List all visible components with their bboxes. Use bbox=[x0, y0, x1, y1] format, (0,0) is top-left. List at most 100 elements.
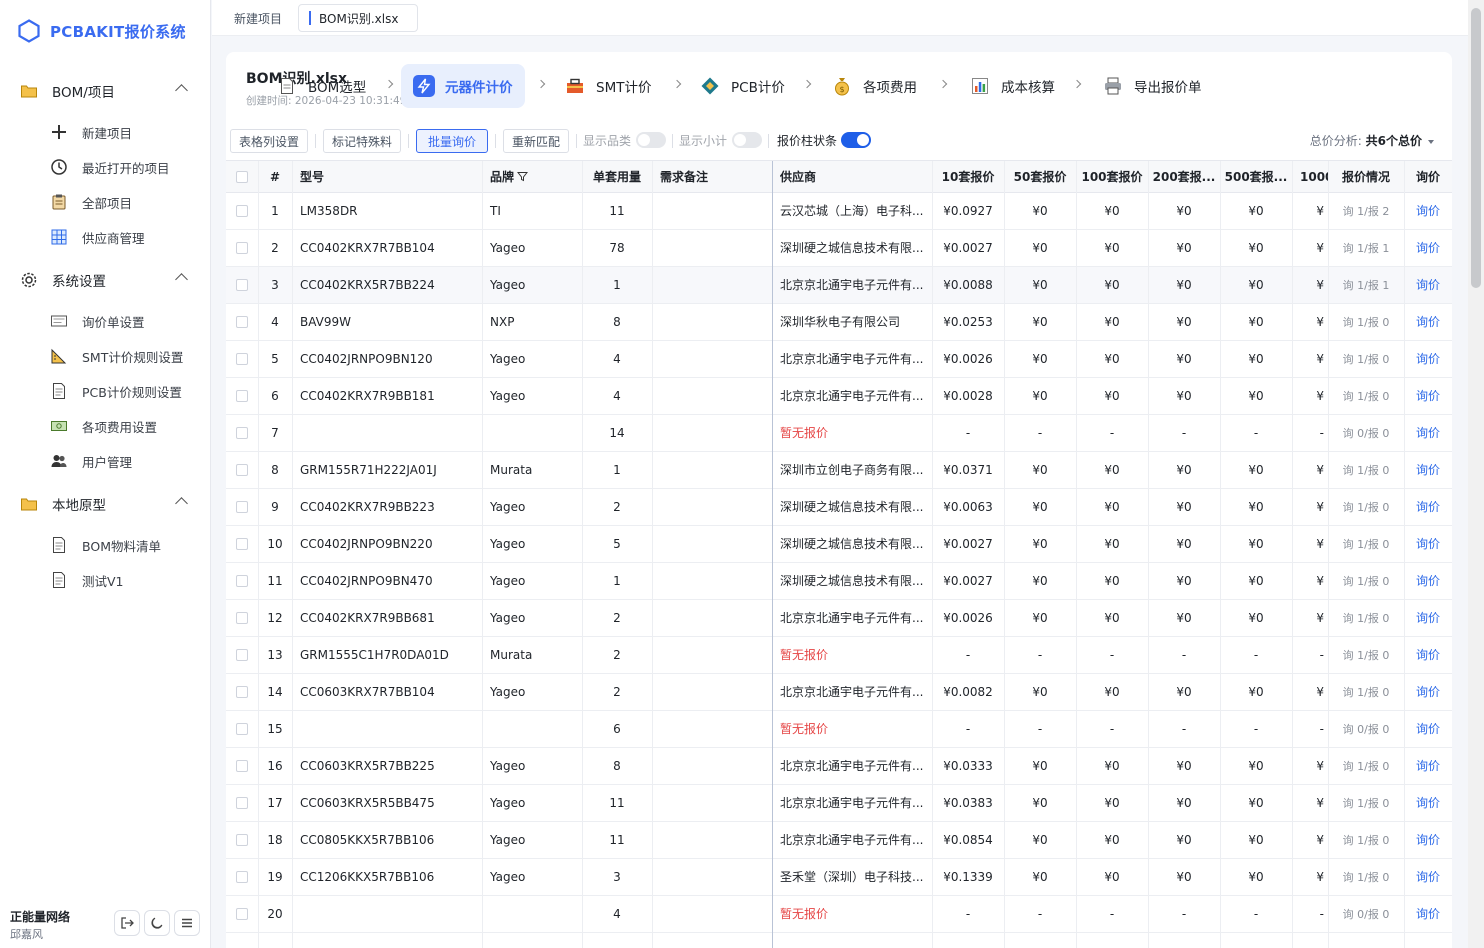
sidebar-group-2[interactable]: 系统设置 bbox=[0, 263, 210, 297]
action-cell[interactable]: 询价 bbox=[1404, 600, 1452, 637]
row-checkbox[interactable] bbox=[236, 575, 248, 587]
row-checkbox[interactable] bbox=[236, 464, 248, 476]
action-cell[interactable]: 询价 bbox=[1404, 304, 1452, 341]
filter-icon[interactable] bbox=[516, 171, 529, 185]
action-cell[interactable]: 询价 bbox=[1404, 563, 1452, 600]
action-cell[interactable]: 询价 bbox=[1404, 674, 1452, 711]
mark-special-button[interactable]: 标记特殊料 bbox=[323, 129, 401, 153]
action-cell[interactable]: 询价 bbox=[1404, 711, 1452, 748]
sidebar-item-1-2[interactable]: PCB计价规则设置 bbox=[0, 375, 210, 407]
row-checkbox[interactable] bbox=[236, 612, 248, 624]
row-checkbox[interactable] bbox=[236, 242, 248, 254]
table-row[interactable]: 5 CC0402JRNPO9BN120 Yageo 4 北京京北通宇电子元件有... ¥0… bbox=[226, 341, 1452, 378]
action-cell[interactable]: 询价 bbox=[1404, 378, 1452, 415]
action-cell[interactable]: 询价 bbox=[1404, 785, 1452, 822]
note-cell[interactable] bbox=[652, 600, 772, 637]
step-1[interactable]: BOM选型 bbox=[276, 64, 366, 108]
scrollbar-thumb[interactable] bbox=[1471, 8, 1481, 288]
row-checkbox[interactable] bbox=[236, 834, 248, 846]
sidebar-group-1[interactable]: BOM/项目 bbox=[0, 74, 210, 108]
action-cell[interactable]: 询价 bbox=[1404, 193, 1452, 230]
sidebar-item-0-0[interactable]: 新建项目 bbox=[0, 116, 210, 148]
note-cell[interactable] bbox=[652, 452, 772, 489]
note-cell[interactable] bbox=[652, 748, 772, 785]
row-checkbox[interactable] bbox=[236, 760, 248, 772]
table-row[interactable]: 6 CC0402KRX7R9BB181 Yageo 4 北京京北通宇电子元件有... ¥0… bbox=[226, 378, 1452, 415]
table-row[interactable]: 16 CC0603KRX5R7BB225 Yageo 8 北京京北通宇电子元件有... ¥… bbox=[226, 748, 1452, 785]
quote-bar-switch[interactable] bbox=[841, 132, 871, 148]
row-checkbox[interactable] bbox=[236, 797, 248, 809]
row-checkbox[interactable] bbox=[236, 501, 248, 513]
action-cell[interactable]: 询价 bbox=[1404, 267, 1452, 304]
action-cell[interactable]: 询价 bbox=[1404, 230, 1452, 267]
sidebar-item-0-3[interactable]: 供应商管理 bbox=[0, 221, 210, 253]
note-cell[interactable] bbox=[652, 267, 772, 304]
table-row[interactable]: 19 CC1206KKX5R7BB106 Yageo 3 圣禾堂（深圳）电子科技... ¥… bbox=[226, 859, 1452, 896]
row-checkbox[interactable] bbox=[236, 908, 248, 920]
table-row[interactable] bbox=[226, 933, 1452, 948]
table-row[interactable]: 20 4 暂无报价 - - - - - - 询 0/报 0 询价 bbox=[226, 896, 1452, 933]
sidebar-item-2-1[interactable]: 测试V1 bbox=[0, 564, 210, 596]
chevron-up-icon[interactable] bbox=[175, 84, 188, 97]
row-checkbox[interactable] bbox=[236, 205, 248, 217]
show-category-switch[interactable] bbox=[636, 132, 666, 148]
table-row[interactable]: 17 CC0603KRX5R5BB475 Yageo 11 北京京北通宇电子元件有...… bbox=[226, 785, 1452, 822]
note-cell[interactable] bbox=[652, 526, 772, 563]
step-3[interactable]: SMT计价 bbox=[564, 64, 651, 108]
note-cell[interactable] bbox=[652, 304, 772, 341]
table-row[interactable]: 13 GRM1555C1H7R0DA01D Murata 2 暂无报价 - - - - - - 询 1… bbox=[226, 637, 1452, 674]
step-7[interactable]: 导出报价单 bbox=[1102, 64, 1202, 108]
menu-button[interactable] bbox=[174, 910, 200, 936]
table-row[interactable]: 10 CC0402JRNPO9BN220 Yageo 5 深圳硬之城信息技术有限... ¥… bbox=[226, 526, 1452, 563]
action-cell[interactable]: 询价 bbox=[1404, 748, 1452, 785]
total-analysis[interactable]: 总价分析: 共6个总价 bbox=[1310, 132, 1434, 149]
row-checkbox[interactable] bbox=[236, 871, 248, 883]
sidebar-item-1-4[interactable]: 用户管理 bbox=[0, 445, 210, 477]
row-checkbox[interactable] bbox=[236, 427, 248, 439]
note-cell[interactable] bbox=[652, 711, 772, 748]
chevron-up-icon[interactable] bbox=[175, 497, 188, 510]
row-checkbox[interactable] bbox=[236, 353, 248, 365]
sidebar-group-3[interactable]: 本地原型 bbox=[0, 487, 210, 521]
action-cell[interactable]: 询价 bbox=[1404, 896, 1452, 933]
table-row[interactable]: 3 CC0402KRX5R7BB224 Yageo 1 北京京北通宇电子元件有... ¥0… bbox=[226, 267, 1452, 304]
sidebar-item-1-1[interactable]: SMT计价规则设置 bbox=[0, 340, 210, 372]
step-6[interactable]: 成本核算 bbox=[969, 64, 1055, 108]
select-all-checkbox[interactable] bbox=[236, 171, 248, 183]
note-cell[interactable] bbox=[652, 674, 772, 711]
note-cell[interactable] bbox=[652, 637, 772, 674]
rematch-button[interactable]: 重新匹配 bbox=[503, 129, 569, 153]
logout-button[interactable] bbox=[114, 910, 140, 936]
table-row[interactable]: 9 CC0402KRX7R9BB223 Yageo 2 深圳硬之城信息技术有限... ¥0… bbox=[226, 489, 1452, 526]
sidebar-item-0-2[interactable]: 全部项目 bbox=[0, 186, 210, 218]
show-subtotal-switch[interactable] bbox=[732, 132, 762, 148]
step-5[interactable]: $ 各项费用 bbox=[831, 64, 917, 108]
note-cell[interactable] bbox=[652, 822, 772, 859]
action-cell[interactable]: 询价 bbox=[1404, 526, 1452, 563]
note-cell[interactable] bbox=[652, 859, 772, 896]
note-cell[interactable] bbox=[652, 230, 772, 267]
action-cell[interactable]: 询价 bbox=[1404, 489, 1452, 526]
table-row[interactable]: 1 LM358DR TI 11 云汉芯城（上海）电子科... ¥0.0927 ¥0 ¥0 ¥0 ¥… bbox=[226, 193, 1452, 230]
action-cell[interactable]: 询价 bbox=[1404, 859, 1452, 896]
note-cell[interactable] bbox=[652, 193, 772, 230]
row-checkbox[interactable] bbox=[236, 538, 248, 550]
page-scrollbar[interactable] bbox=[1468, 0, 1484, 948]
note-cell[interactable] bbox=[652, 896, 772, 933]
note-cell[interactable] bbox=[652, 563, 772, 600]
step-2[interactable]: 元器件计价 bbox=[401, 64, 525, 108]
table-row[interactable]: 7 14 暂无报价 - - - - - - 询 0/报 0 询价 bbox=[226, 415, 1452, 452]
chevron-up-icon[interactable] bbox=[175, 273, 188, 286]
table-row[interactable]: 8 GRM155R71H222JA01J Murata 1 深圳市立创电子商务有限...… bbox=[226, 452, 1452, 489]
row-checkbox[interactable] bbox=[236, 390, 248, 402]
table-row[interactable]: 2 CC0402KRX7R7BB104 Yageo 78 深圳硬之城信息技术有限... ¥… bbox=[226, 230, 1452, 267]
table-row[interactable]: 18 CC0805KKX5R7BB106 Yageo 11 北京京北通宇电子元件有...… bbox=[226, 822, 1452, 859]
row-checkbox[interactable] bbox=[236, 279, 248, 291]
action-cell[interactable]: 询价 bbox=[1404, 415, 1452, 452]
table-row[interactable]: 14 CC0603KRX7R7BB104 Yageo 2 北京京北通宇电子元件有... ¥… bbox=[226, 674, 1452, 711]
note-cell[interactable] bbox=[652, 489, 772, 526]
row-checkbox[interactable] bbox=[236, 723, 248, 735]
tab-bom-file[interactable]: BOM识别.xlsx bbox=[298, 4, 418, 32]
note-cell[interactable] bbox=[652, 378, 772, 415]
sidebar-item-0-1[interactable]: 最近打开的项目 bbox=[0, 151, 210, 183]
